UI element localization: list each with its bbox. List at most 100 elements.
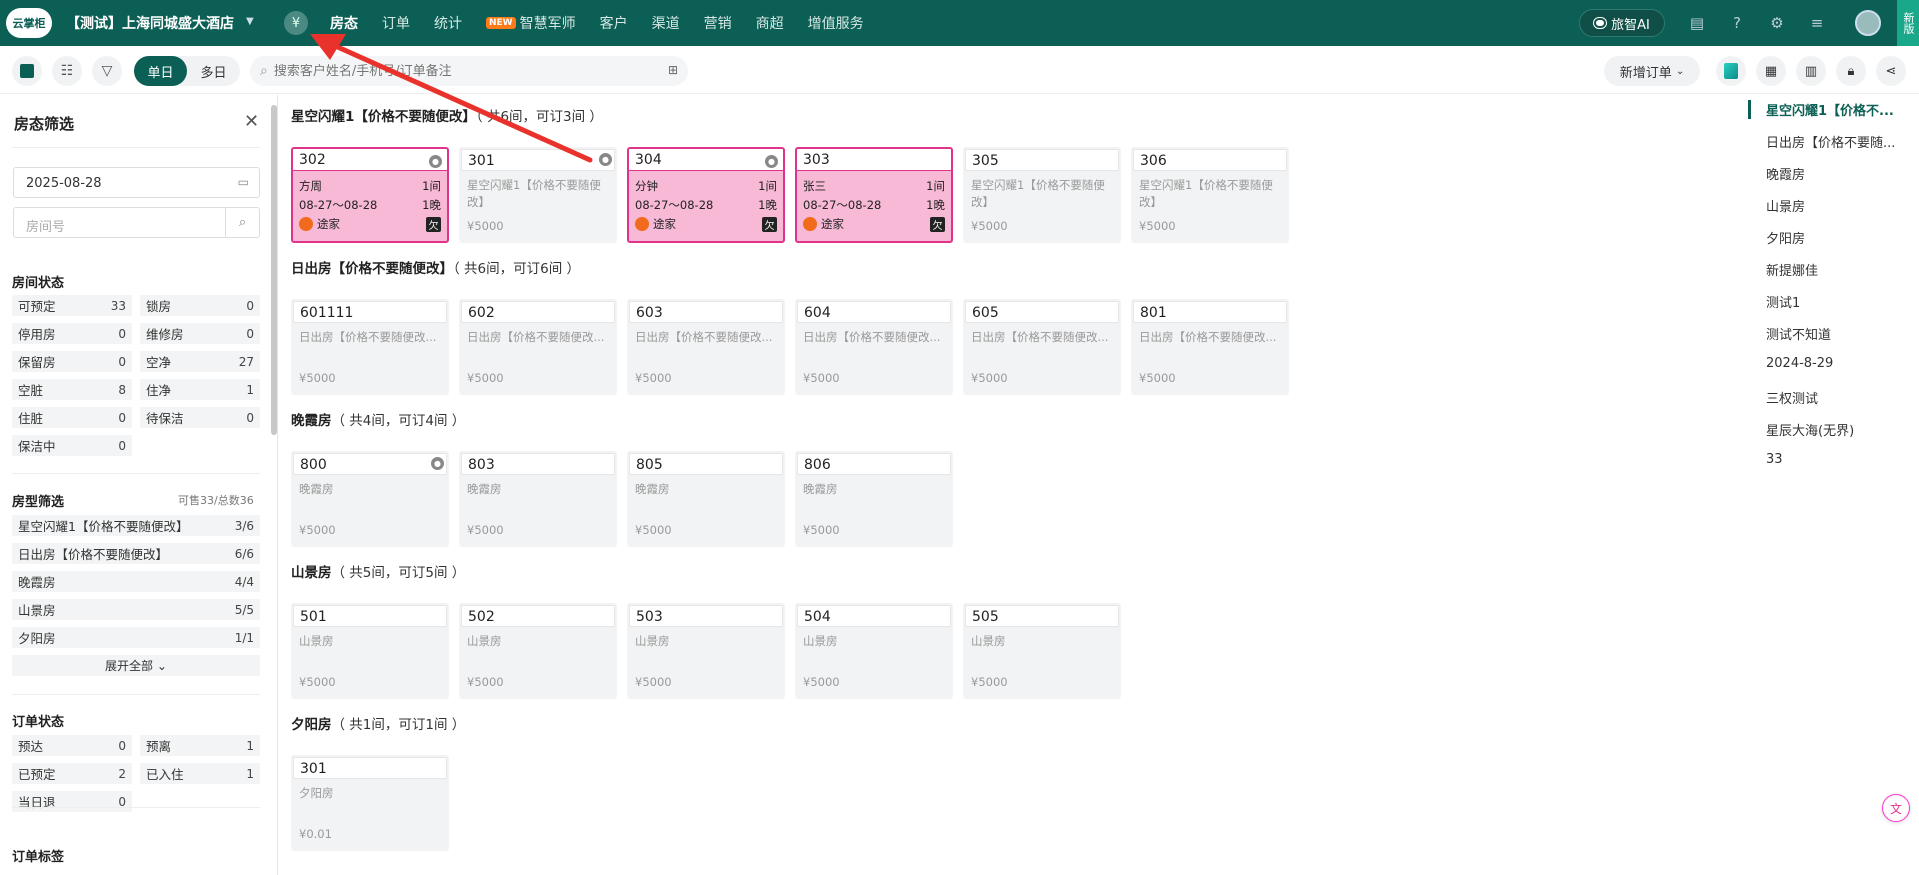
room-card[interactable]: 602 日出房【价格不要随便改... ¥5000	[459, 299, 617, 395]
room-view-icon[interactable]	[12, 56, 42, 86]
room-card[interactable]: 504 山景房 ¥5000	[795, 603, 953, 699]
room-card[interactable]: 505 山景房 ¥5000	[963, 603, 1121, 699]
filter-chip[interactable]: 空脏 8	[12, 379, 132, 400]
filter-chip[interactable]: 星空闪耀1【价格不要随便改】 3/6	[12, 515, 260, 536]
room-card[interactable]: 800 ● 晚霞房 ¥5000	[291, 451, 449, 547]
scan-icon[interactable]: ⊞	[668, 63, 678, 77]
anchor-item[interactable]: 测试不知道	[1748, 324, 1908, 343]
room-card[interactable]: 801 日出房【价格不要随便改... ¥5000	[1131, 299, 1289, 395]
share-icon[interactable]: ⋖	[1876, 56, 1906, 86]
gear-icon[interactable]: ⚙	[1768, 14, 1786, 32]
translate-icon[interactable]: 文	[1882, 794, 1910, 822]
date-picker[interactable]: 2025-08-28 ▭	[13, 167, 260, 198]
message-icon[interactable]: ▤	[1688, 14, 1706, 32]
room-number-input[interactable]: 房间号	[13, 207, 226, 238]
room-card[interactable]: 305 星空闪耀1【价格不要随便改】 ¥5000	[963, 147, 1121, 243]
filter-icon[interactable]: ▽	[92, 56, 122, 86]
anchor-item[interactable]: 测试1	[1748, 292, 1908, 311]
filter-chip[interactable]: 停用房 0	[12, 323, 132, 344]
anchor-item[interactable]: 三权测试	[1748, 388, 1908, 407]
filter-chip[interactable]: 当日退 0	[12, 791, 132, 812]
filter-chip-label: 保留房	[18, 355, 56, 370]
room-card[interactable]: 306 星空闪耀1【价格不要随便改】 ¥5000	[1131, 147, 1289, 243]
room-card[interactable]: 806 晚霞房 ¥5000	[795, 451, 953, 547]
filter-chip[interactable]: 可预定 33	[12, 295, 132, 316]
nav-item[interactable]: 增值服务	[808, 13, 864, 33]
settings-slider-icon[interactable]: ☷	[52, 56, 82, 86]
filter-chip[interactable]: 维修房 0	[140, 323, 260, 344]
nav-item[interactable]: 商超	[756, 13, 784, 33]
chevron-down-icon[interactable]: ▼	[246, 16, 254, 27]
room-card[interactable]: 605 日出房【价格不要随便改... ¥5000	[963, 299, 1121, 395]
filter-chip[interactable]: 待保洁 0	[140, 407, 260, 428]
cube-icon[interactable]	[1716, 56, 1746, 86]
app-logo[interactable]: 云掌柜	[6, 8, 52, 38]
nav-item[interactable]: 营销	[704, 13, 732, 33]
expand-all-button[interactable]: 展开全部 ⌄	[12, 655, 260, 676]
anchor-item[interactable]: 星辰大海(无界)	[1748, 420, 1908, 439]
close-icon[interactable]: ✕	[244, 111, 259, 132]
search-icon[interactable]: ⌕	[225, 207, 260, 238]
nav-item[interactable]: 订单	[382, 13, 410, 33]
filter-chip[interactable]: 已预定 2	[12, 763, 132, 784]
hotel-name[interactable]: 【测试】上海同城盛大酒店	[66, 13, 234, 33]
room-card[interactable]: 301 ● 星空闪耀1【价格不要随便改】 ¥5000	[459, 147, 617, 243]
nav-item[interactable]: 统计	[434, 13, 462, 33]
filter-chip[interactable]: 预达 0	[12, 735, 132, 756]
new-version-tab[interactable]: 新版	[1897, 0, 1919, 46]
room-card-occupied[interactable]: 303 张三 1间 08-27～08-28 1晚 途家 欠	[795, 147, 953, 243]
nav-item[interactable]: 房态	[330, 13, 358, 33]
filter-chip-label: 已入住	[146, 767, 184, 782]
new-order-dropdown[interactable]: 新增订单 ⌄	[1604, 56, 1700, 86]
scrollbar[interactable]	[271, 105, 277, 435]
menu-icon[interactable]: ≡	[1808, 14, 1826, 32]
room-card[interactable]: 502 山景房 ¥5000	[459, 603, 617, 699]
room-card[interactable]: 301 夕阳房 ¥0.01	[291, 755, 449, 851]
anchor-item[interactable]: 晚霞房	[1748, 164, 1908, 183]
help-icon[interactable]: ?	[1728, 14, 1746, 32]
room-card[interactable]: 803 晚霞房 ¥5000	[459, 451, 617, 547]
anchor-item[interactable]: 夕阳房	[1748, 228, 1908, 247]
filter-chip[interactable]: 住净 1	[140, 379, 260, 400]
room-card-occupied[interactable]: 304 ● 分钟 1间 08-27～08-28 1晚 途家 欠	[627, 147, 785, 243]
filter-chip-label: 已预定	[18, 767, 56, 782]
multi-day-tab[interactable]: 多日	[187, 56, 240, 86]
filter-chip[interactable]: 保洁中 0	[12, 435, 132, 456]
calendar-icon[interactable]: ▦	[1756, 56, 1786, 86]
filter-chip[interactable]: 空净 27	[140, 351, 260, 372]
room-card[interactable]: 601111 日出房【价格不要随便改... ¥5000	[291, 299, 449, 395]
room-card[interactable]: 501 山景房 ¥5000	[291, 603, 449, 699]
filter-chip[interactable]: 保留房 0	[12, 351, 132, 372]
room-card-occupied[interactable]: 302 ● 方周 1间 08-27～08-28 1晚 途家 欠	[291, 147, 449, 243]
room-card[interactable]: 604 日出房【价格不要随便改... ¥5000	[795, 299, 953, 395]
search-icon: ⌕	[260, 63, 268, 79]
filter-chip[interactable]: 日出房【价格不要随便改】 6/6	[12, 543, 260, 564]
nav-item[interactable]: 客户	[600, 13, 628, 33]
room-card[interactable]: 603 日出房【价格不要随便改... ¥5000	[627, 299, 785, 395]
search-input[interactable]	[273, 63, 664, 79]
room-card[interactable]: 503 山景房 ¥5000	[627, 603, 785, 699]
anchor-item[interactable]: 新提娜佳	[1748, 260, 1908, 279]
nav-item[interactable]: 渠道	[652, 13, 680, 33]
building-icon[interactable]: ▥	[1796, 56, 1826, 86]
filter-chip[interactable]: 住脏 0	[12, 407, 132, 428]
filter-chip[interactable]: 晚霞房 4/4	[12, 571, 260, 592]
anchor-item[interactable]: 山景房	[1748, 196, 1908, 215]
lock-icon[interactable]: 🔒︎	[1836, 56, 1866, 86]
anchor-item[interactable]: 星空闪耀1【价格不...	[1748, 100, 1908, 119]
filter-chip[interactable]: 夕阳房 1/1	[12, 627, 260, 648]
anchor-item[interactable]: 33	[1748, 452, 1908, 467]
filter-chip[interactable]: 已入住 1	[140, 763, 260, 784]
filter-chip[interactable]: 山景房 5/5	[12, 599, 260, 620]
filter-chip[interactable]: 预离 1	[140, 735, 260, 756]
avatar[interactable]	[1855, 10, 1881, 36]
nav-item[interactable]: NEW 智慧军师	[486, 13, 576, 33]
single-day-tab[interactable]: 单日	[134, 56, 187, 86]
filter-chip[interactable]: 锁房 0	[140, 295, 260, 316]
anchor-item[interactable]: 日出房【价格不要随...	[1748, 132, 1908, 151]
ai-assistant-button[interactable]: 旅智AI	[1579, 9, 1665, 37]
filter-chip-label: 星空闪耀1【价格不要随便改】	[18, 519, 189, 534]
yen-icon[interactable]: ¥	[284, 11, 308, 35]
room-card[interactable]: 805 晚霞房 ¥5000	[627, 451, 785, 547]
anchor-item[interactable]: 2024-8-29	[1748, 356, 1908, 371]
